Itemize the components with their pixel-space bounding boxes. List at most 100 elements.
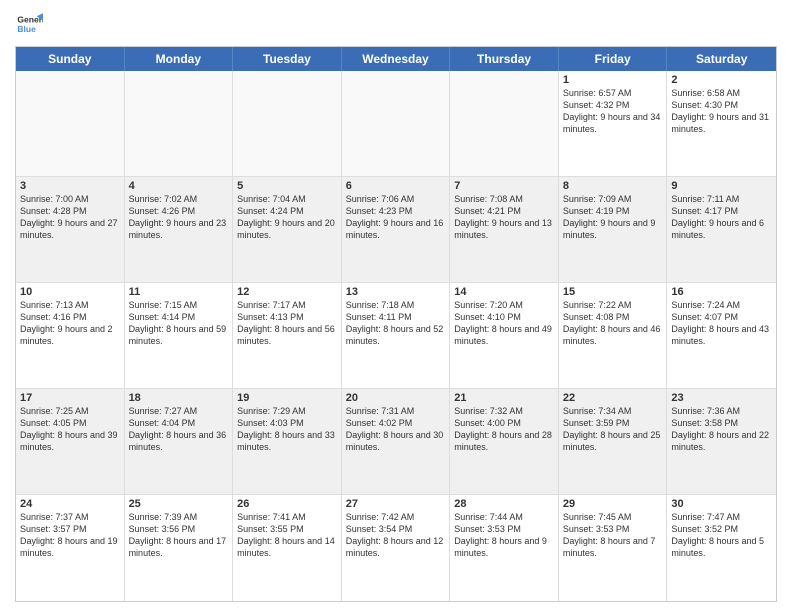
svg-text:Blue: Blue <box>17 24 36 34</box>
day-cell-21: 21Sunrise: 7:32 AM Sunset: 4:00 PM Dayli… <box>450 389 559 494</box>
day-number: 6 <box>346 180 446 192</box>
day-number: 28 <box>454 498 554 510</box>
day-cell-1: 1Sunrise: 6:57 AM Sunset: 4:32 PM Daylig… <box>559 71 668 176</box>
day-cell-22: 22Sunrise: 7:34 AM Sunset: 3:59 PM Dayli… <box>559 389 668 494</box>
day-info: Sunrise: 7:06 AM Sunset: 4:23 PM Dayligh… <box>346 193 446 242</box>
day-info: Sunrise: 7:41 AM Sunset: 3:55 PM Dayligh… <box>237 511 337 560</box>
day-number: 18 <box>129 392 229 404</box>
day-number: 7 <box>454 180 554 192</box>
day-info: Sunrise: 7:04 AM Sunset: 4:24 PM Dayligh… <box>237 193 337 242</box>
empty-cell <box>342 71 451 176</box>
day-cell-25: 25Sunrise: 7:39 AM Sunset: 3:56 PM Dayli… <box>125 495 234 601</box>
day-info: Sunrise: 7:29 AM Sunset: 4:03 PM Dayligh… <box>237 405 337 454</box>
week-row-5: 24Sunrise: 7:37 AM Sunset: 3:57 PM Dayli… <box>16 495 776 601</box>
header-day-sunday: Sunday <box>16 47 125 71</box>
header-day-thursday: Thursday <box>450 47 559 71</box>
day-cell-10: 10Sunrise: 7:13 AM Sunset: 4:16 PM Dayli… <box>16 283 125 388</box>
day-info: Sunrise: 7:17 AM Sunset: 4:13 PM Dayligh… <box>237 299 337 348</box>
week-row-4: 17Sunrise: 7:25 AM Sunset: 4:05 PM Dayli… <box>16 389 776 495</box>
day-cell-28: 28Sunrise: 7:44 AM Sunset: 3:53 PM Dayli… <box>450 495 559 601</box>
header-day-friday: Friday <box>559 47 668 71</box>
day-cell-13: 13Sunrise: 7:18 AM Sunset: 4:11 PM Dayli… <box>342 283 451 388</box>
day-number: 17 <box>20 392 120 404</box>
day-cell-15: 15Sunrise: 7:22 AM Sunset: 4:08 PM Dayli… <box>559 283 668 388</box>
empty-cell <box>16 71 125 176</box>
day-number: 22 <box>563 392 663 404</box>
day-info: Sunrise: 7:09 AM Sunset: 4:19 PM Dayligh… <box>563 193 663 242</box>
day-number: 15 <box>563 286 663 298</box>
day-cell-20: 20Sunrise: 7:31 AM Sunset: 4:02 PM Dayli… <box>342 389 451 494</box>
day-info: Sunrise: 7:20 AM Sunset: 4:10 PM Dayligh… <box>454 299 554 348</box>
day-info: Sunrise: 7:08 AM Sunset: 4:21 PM Dayligh… <box>454 193 554 242</box>
day-number: 14 <box>454 286 554 298</box>
day-cell-2: 2Sunrise: 6:58 AM Sunset: 4:30 PM Daylig… <box>667 71 776 176</box>
day-cell-12: 12Sunrise: 7:17 AM Sunset: 4:13 PM Dayli… <box>233 283 342 388</box>
day-info: Sunrise: 7:15 AM Sunset: 4:14 PM Dayligh… <box>129 299 229 348</box>
calendar-header: SundayMondayTuesdayWednesdayThursdayFrid… <box>16 47 776 71</box>
day-number: 29 <box>563 498 663 510</box>
day-number: 23 <box>671 392 772 404</box>
day-number: 4 <box>129 180 229 192</box>
day-info: Sunrise: 7:13 AM Sunset: 4:16 PM Dayligh… <box>20 299 120 348</box>
day-number: 12 <box>237 286 337 298</box>
day-cell-5: 5Sunrise: 7:04 AM Sunset: 4:24 PM Daylig… <box>233 177 342 282</box>
logo: General Blue <box>15 10 47 38</box>
day-cell-26: 26Sunrise: 7:41 AM Sunset: 3:55 PM Dayli… <box>233 495 342 601</box>
day-info: Sunrise: 6:57 AM Sunset: 4:32 PM Dayligh… <box>563 87 663 136</box>
day-cell-30: 30Sunrise: 7:47 AM Sunset: 3:52 PM Dayli… <box>667 495 776 601</box>
day-info: Sunrise: 7:00 AM Sunset: 4:28 PM Dayligh… <box>20 193 120 242</box>
day-cell-6: 6Sunrise: 7:06 AM Sunset: 4:23 PM Daylig… <box>342 177 451 282</box>
day-number: 26 <box>237 498 337 510</box>
day-number: 30 <box>671 498 772 510</box>
day-cell-29: 29Sunrise: 7:45 AM Sunset: 3:53 PM Dayli… <box>559 495 668 601</box>
day-cell-27: 27Sunrise: 7:42 AM Sunset: 3:54 PM Dayli… <box>342 495 451 601</box>
day-number: 9 <box>671 180 772 192</box>
empty-cell <box>233 71 342 176</box>
day-number: 3 <box>20 180 120 192</box>
day-cell-3: 3Sunrise: 7:00 AM Sunset: 4:28 PM Daylig… <box>16 177 125 282</box>
day-info: Sunrise: 7:47 AM Sunset: 3:52 PM Dayligh… <box>671 511 772 560</box>
day-info: Sunrise: 7:25 AM Sunset: 4:05 PM Dayligh… <box>20 405 120 454</box>
header: General Blue <box>15 10 777 38</box>
day-cell-4: 4Sunrise: 7:02 AM Sunset: 4:26 PM Daylig… <box>125 177 234 282</box>
week-row-2: 3Sunrise: 7:00 AM Sunset: 4:28 PM Daylig… <box>16 177 776 283</box>
day-info: Sunrise: 7:32 AM Sunset: 4:00 PM Dayligh… <box>454 405 554 454</box>
day-info: Sunrise: 7:44 AM Sunset: 3:53 PM Dayligh… <box>454 511 554 560</box>
logo-icon: General Blue <box>15 10 43 38</box>
day-number: 19 <box>237 392 337 404</box>
page: General Blue SundayMondayTuesdayWednesda… <box>0 0 792 612</box>
day-info: Sunrise: 7:42 AM Sunset: 3:54 PM Dayligh… <box>346 511 446 560</box>
week-row-1: 1Sunrise: 6:57 AM Sunset: 4:32 PM Daylig… <box>16 71 776 177</box>
day-cell-23: 23Sunrise: 7:36 AM Sunset: 3:58 PM Dayli… <box>667 389 776 494</box>
day-number: 2 <box>671 74 772 86</box>
day-info: Sunrise: 7:11 AM Sunset: 4:17 PM Dayligh… <box>671 193 772 242</box>
day-info: Sunrise: 6:58 AM Sunset: 4:30 PM Dayligh… <box>671 87 772 136</box>
day-info: Sunrise: 7:39 AM Sunset: 3:56 PM Dayligh… <box>129 511 229 560</box>
header-day-saturday: Saturday <box>667 47 776 71</box>
day-cell-8: 8Sunrise: 7:09 AM Sunset: 4:19 PM Daylig… <box>559 177 668 282</box>
day-number: 27 <box>346 498 446 510</box>
day-number: 10 <box>20 286 120 298</box>
day-info: Sunrise: 7:34 AM Sunset: 3:59 PM Dayligh… <box>563 405 663 454</box>
day-number: 16 <box>671 286 772 298</box>
day-info: Sunrise: 7:31 AM Sunset: 4:02 PM Dayligh… <box>346 405 446 454</box>
empty-cell <box>125 71 234 176</box>
day-cell-9: 9Sunrise: 7:11 AM Sunset: 4:17 PM Daylig… <box>667 177 776 282</box>
day-cell-16: 16Sunrise: 7:24 AM Sunset: 4:07 PM Dayli… <box>667 283 776 388</box>
day-number: 1 <box>563 74 663 86</box>
day-cell-24: 24Sunrise: 7:37 AM Sunset: 3:57 PM Dayli… <box>16 495 125 601</box>
day-number: 24 <box>20 498 120 510</box>
day-number: 13 <box>346 286 446 298</box>
day-info: Sunrise: 7:37 AM Sunset: 3:57 PM Dayligh… <box>20 511 120 560</box>
day-cell-19: 19Sunrise: 7:29 AM Sunset: 4:03 PM Dayli… <box>233 389 342 494</box>
day-number: 21 <box>454 392 554 404</box>
day-info: Sunrise: 7:18 AM Sunset: 4:11 PM Dayligh… <box>346 299 446 348</box>
day-cell-14: 14Sunrise: 7:20 AM Sunset: 4:10 PM Dayli… <box>450 283 559 388</box>
day-cell-7: 7Sunrise: 7:08 AM Sunset: 4:21 PM Daylig… <box>450 177 559 282</box>
day-info: Sunrise: 7:27 AM Sunset: 4:04 PM Dayligh… <box>129 405 229 454</box>
day-cell-11: 11Sunrise: 7:15 AM Sunset: 4:14 PM Dayli… <box>125 283 234 388</box>
day-info: Sunrise: 7:02 AM Sunset: 4:26 PM Dayligh… <box>129 193 229 242</box>
day-number: 25 <box>129 498 229 510</box>
header-day-tuesday: Tuesday <box>233 47 342 71</box>
header-day-wednesday: Wednesday <box>342 47 451 71</box>
